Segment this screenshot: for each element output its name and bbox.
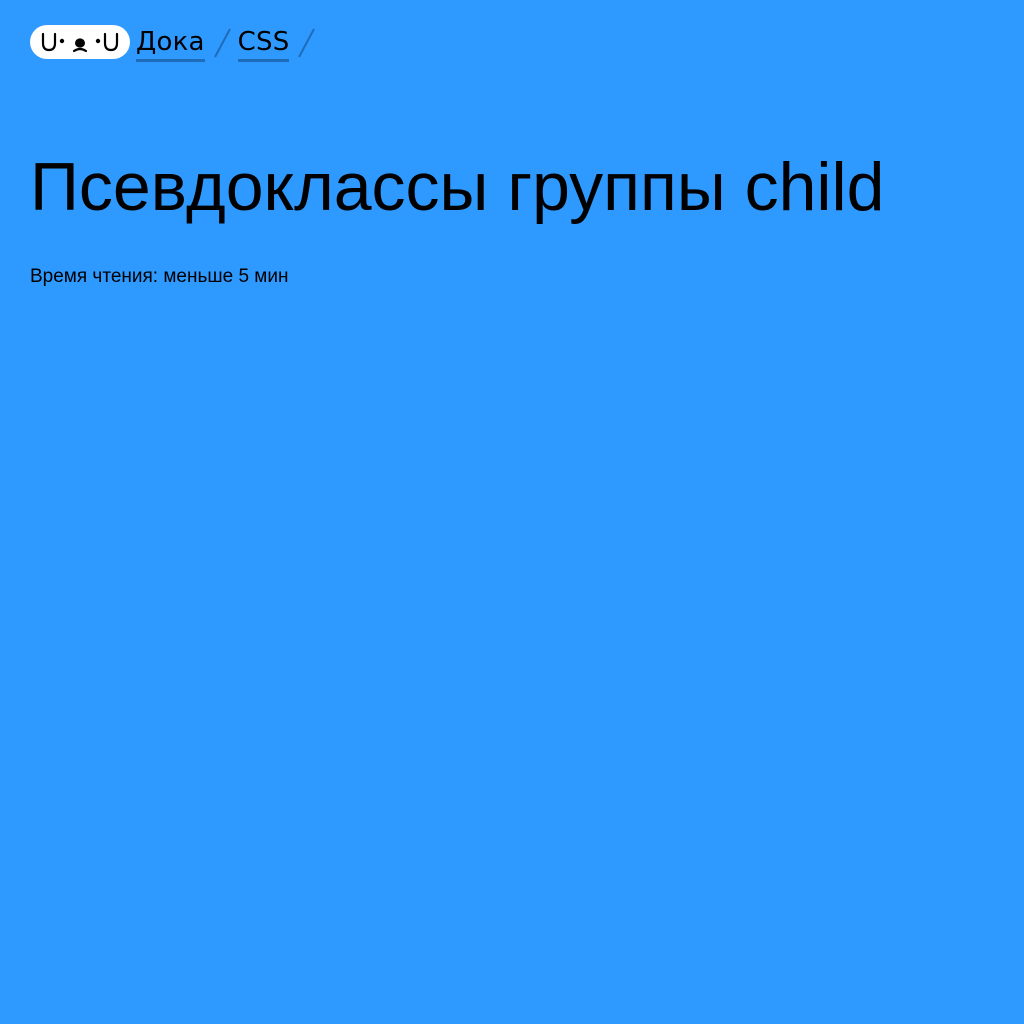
page-title: Псевдоклассы группы child — [30, 149, 885, 225]
doka-logo-icon — [41, 32, 119, 53]
breadcrumb-separator-icon — [295, 25, 317, 59]
reading-time: Время чтения: меньше 5 мин — [30, 266, 289, 287]
site-header: Дока CSS — [30, 23, 322, 62]
breadcrumb-link-css[interactable]: CSS — [237, 27, 290, 62]
breadcrumb-link-doka[interactable]: Дока — [136, 27, 205, 62]
home-logo-link[interactable] — [30, 25, 130, 59]
breadcrumb: Дока CSS — [136, 23, 322, 62]
breadcrumb-separator-icon — [211, 25, 233, 59]
